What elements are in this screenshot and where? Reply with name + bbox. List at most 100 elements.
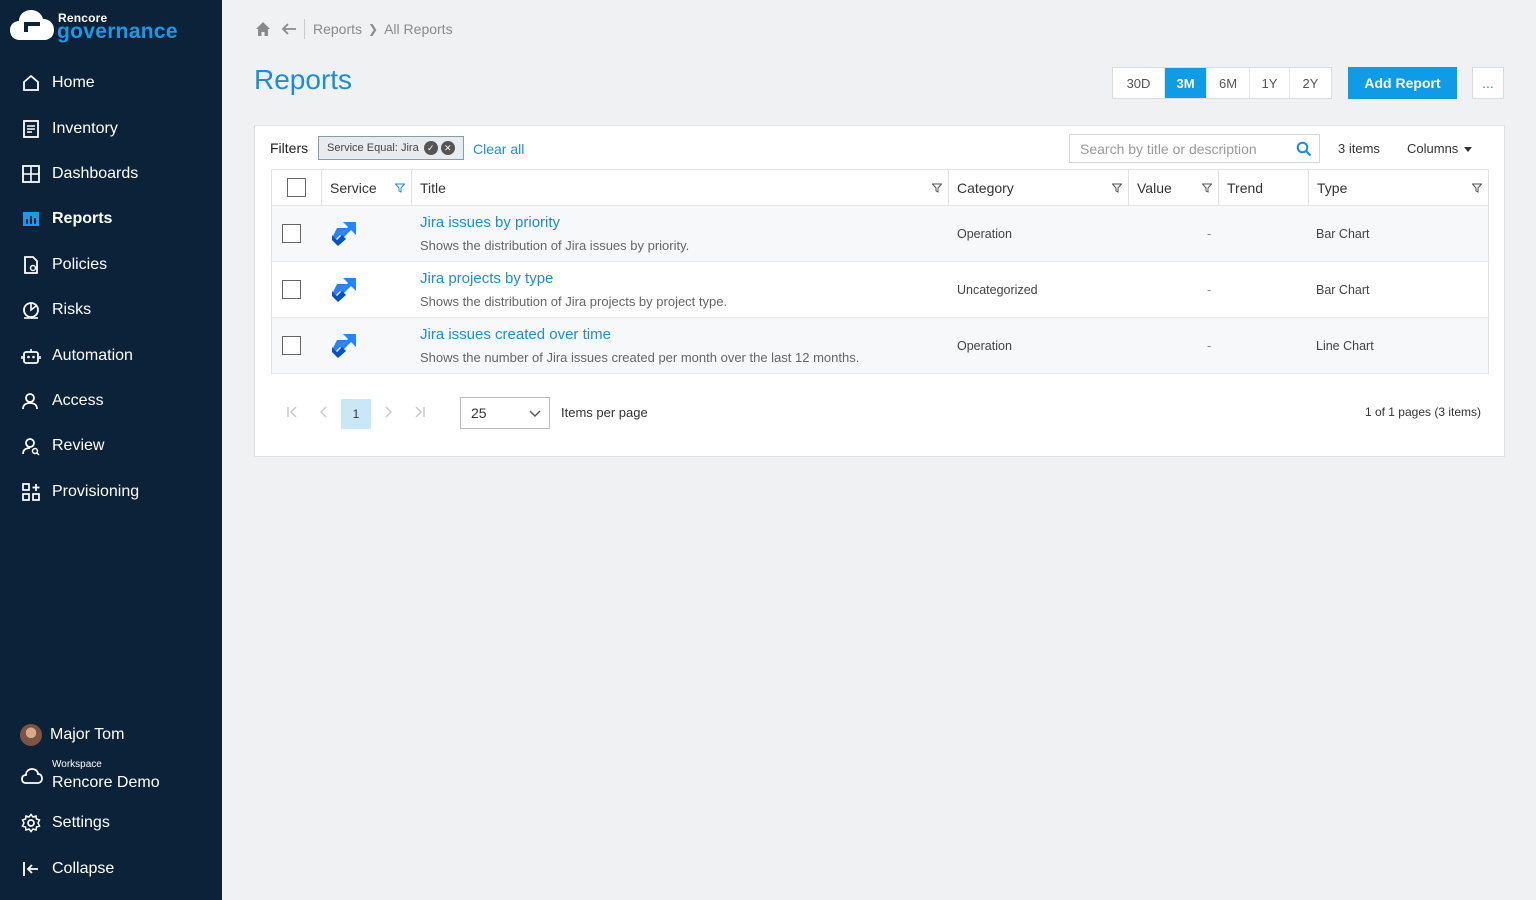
filter-icon[interactable] bbox=[1472, 183, 1482, 193]
service-cell bbox=[330, 318, 360, 373]
clear-all-link[interactable]: Clear all bbox=[473, 141, 524, 157]
more-options-button[interactable]: ... bbox=[1472, 67, 1504, 99]
reports-panel: Filters Service Equal: Jira ✓ ✕ Clear al… bbox=[254, 125, 1505, 457]
value-cell bbox=[1129, 318, 1219, 373]
home-icon[interactable] bbox=[254, 20, 272, 38]
search-input[interactable] bbox=[1070, 135, 1295, 162]
sidebar-item-policies[interactable]: Policies bbox=[0, 245, 222, 285]
sidebar-item-reports[interactable]: Reports bbox=[0, 199, 222, 239]
policies-icon bbox=[24, 256, 38, 274]
reports-icon bbox=[23, 212, 39, 226]
type-cell: Bar Chart bbox=[1316, 262, 1486, 317]
review-icon bbox=[22, 438, 40, 456]
sidebar-item-review[interactable]: Review bbox=[0, 426, 222, 466]
sidebar-collapse[interactable]: Collapse bbox=[0, 849, 222, 889]
sidebar-item-home[interactable]: Home bbox=[0, 63, 222, 103]
type-cell: Bar Chart bbox=[1316, 206, 1486, 261]
rencore-logo[interactable]: Rencore governance bbox=[10, 6, 190, 46]
workspace-switcher[interactable]: Workspace Rencore Demo bbox=[0, 758, 222, 798]
collapse-icon bbox=[23, 862, 38, 876]
sidebar-item-label: Risks bbox=[52, 301, 92, 318]
back-arrow-icon[interactable] bbox=[280, 20, 298, 38]
row-checkbox[interactable] bbox=[282, 224, 301, 243]
filters-label: Filters bbox=[270, 140, 309, 156]
trend-cell: - bbox=[1207, 262, 1297, 317]
last-page-icon[interactable] bbox=[413, 405, 427, 419]
jira-icon bbox=[332, 221, 356, 246]
sidebar-item-label: Home bbox=[52, 74, 95, 91]
select-all-cell bbox=[272, 170, 322, 205]
range-3m-button[interactable]: 3M bbox=[1165, 68, 1207, 98]
sidebar-item-dashboards[interactable]: Dashboards bbox=[0, 154, 222, 194]
trend-cell: - bbox=[1207, 318, 1297, 373]
column-service[interactable]: Service bbox=[322, 170, 412, 205]
sidebar-item-inventory[interactable]: Inventory bbox=[0, 109, 222, 149]
row-checkbox[interactable] bbox=[282, 280, 301, 299]
select-all-checkbox[interactable] bbox=[287, 178, 306, 197]
type-value: Line Chart bbox=[1316, 338, 1374, 353]
cloud-logo-icon bbox=[10, 10, 54, 40]
breadcrumb-reports[interactable]: Reports bbox=[313, 21, 362, 37]
report-title-link[interactable]: Jira projects by type bbox=[420, 270, 553, 287]
row-select-cell bbox=[282, 262, 312, 317]
columns-dropdown[interactable]: Columns bbox=[1407, 141, 1473, 156]
range-2y-button[interactable]: 2Y bbox=[1290, 68, 1331, 98]
time-range-selector: 30D 3M 6M 1Y 2Y bbox=[1112, 67, 1332, 99]
page-1-button[interactable]: 1 bbox=[341, 399, 371, 429]
row-select-cell bbox=[282, 206, 312, 261]
risks-icon bbox=[23, 302, 39, 319]
column-title[interactable]: Title bbox=[412, 170, 949, 205]
filter-chip[interactable]: Service Equal: Jira ✓ ✕ bbox=[318, 136, 464, 160]
column-trend[interactable]: Trend bbox=[1219, 170, 1309, 205]
close-icon[interactable]: ✕ bbox=[440, 141, 455, 155]
filter-icon[interactable] bbox=[1202, 183, 1212, 193]
service-cell bbox=[330, 262, 360, 317]
breadcrumb-divider bbox=[304, 19, 305, 39]
column-type[interactable]: Type bbox=[1309, 170, 1488, 205]
range-6m-button[interactable]: 6M bbox=[1207, 68, 1250, 98]
next-page-icon[interactable] bbox=[381, 405, 395, 419]
report-title-link[interactable]: Jira issues by priority bbox=[420, 214, 560, 231]
page-info: 1 of 1 pages (3 items) bbox=[1364, 405, 1481, 419]
check-icon[interactable]: ✓ bbox=[423, 141, 438, 155]
type-value: Bar Chart bbox=[1316, 282, 1370, 297]
pagination: 1 25 Items per page 1 of 1 pages (3 item… bbox=[271, 397, 1489, 429]
filter-icon[interactable] bbox=[932, 183, 942, 193]
sidebar-item-access[interactable]: Access bbox=[0, 381, 222, 421]
table-row[interactable]: Jira projects by type Shows the distribu… bbox=[271, 262, 1489, 318]
column-label: Category bbox=[957, 179, 1014, 196]
column-category[interactable]: Category bbox=[949, 170, 1129, 205]
sidebar-item-label: Reports bbox=[52, 210, 113, 227]
avatar bbox=[20, 724, 42, 746]
range-30d-button[interactable]: 30D bbox=[1113, 68, 1165, 98]
items-per-page-select[interactable]: 25 bbox=[460, 397, 550, 429]
report-title-link[interactable]: Jira issues created over time bbox=[420, 326, 611, 343]
column-label: Service bbox=[330, 179, 377, 196]
sidebar-item-risks[interactable]: Risks bbox=[0, 290, 222, 330]
filter-icon[interactable] bbox=[395, 183, 405, 193]
sidebar-item-label: Access bbox=[52, 392, 104, 409]
value-cell bbox=[1129, 206, 1219, 261]
first-page-icon[interactable] bbox=[285, 405, 299, 419]
table-row[interactable]: Jira issues created over time Shows the … bbox=[271, 318, 1489, 374]
range-1y-button[interactable]: 1Y bbox=[1250, 68, 1290, 98]
sidebar-item-provisioning[interactable]: Provisioning bbox=[0, 472, 222, 512]
report-description: Shows the distribution of Jira issues by… bbox=[420, 238, 690, 253]
category-cell: Operation bbox=[957, 206, 1127, 261]
previous-page-icon[interactable] bbox=[317, 405, 331, 419]
service-cell bbox=[330, 206, 360, 261]
chevron-right-icon: ❯ bbox=[368, 22, 379, 36]
trend-value: - bbox=[1207, 226, 1212, 241]
filter-icon[interactable] bbox=[1112, 183, 1122, 193]
column-value[interactable]: Value bbox=[1129, 170, 1219, 205]
sidebar-item-label: Policies bbox=[52, 256, 108, 273]
table-row[interactable]: Jira issues by priority Shows the distri… bbox=[271, 206, 1489, 262]
sidebar-item-settings[interactable]: Settings bbox=[0, 803, 222, 843]
search-icon[interactable] bbox=[1296, 141, 1312, 157]
column-label: Type bbox=[1317, 179, 1348, 196]
sidebar-item-automation[interactable]: Automation bbox=[0, 336, 222, 376]
workspace-name: Rencore Demo bbox=[52, 774, 160, 791]
add-report-button[interactable]: Add Report bbox=[1348, 67, 1457, 99]
user-profile[interactable]: Major Tom bbox=[0, 720, 222, 750]
row-checkbox[interactable] bbox=[282, 336, 301, 355]
